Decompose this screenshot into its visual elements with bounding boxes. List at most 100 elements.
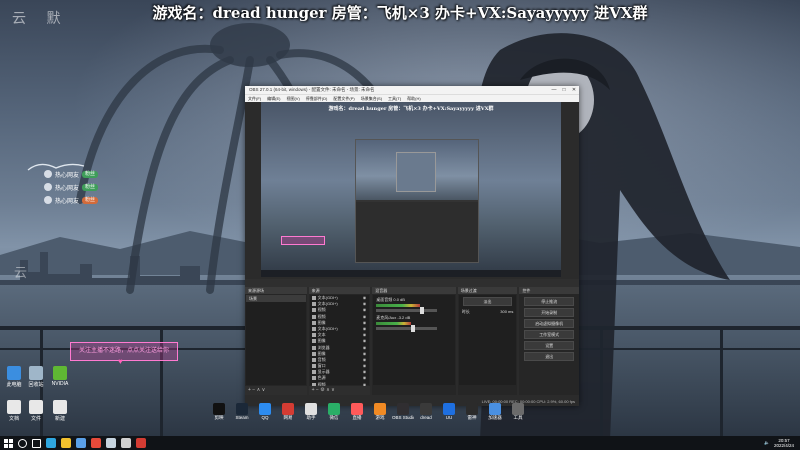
obs-menu-item[interactable]: 工具(T): [388, 96, 401, 102]
control-button[interactable]: 退出: [524, 352, 575, 361]
desktop-icon-label: 文档: [8, 416, 19, 422]
volume-slider[interactable]: [376, 307, 437, 314]
quick-launch-icon[interactable]: 微信: [323, 403, 345, 421]
windows-start-icon[interactable]: [4, 438, 13, 448]
quick-launch-label: 游戏: [375, 415, 385, 420]
app-icon: [259, 403, 271, 415]
control-button[interactable]: 停止推流: [524, 297, 575, 306]
obs-docks: 来源源场 场景 + − ∧ ∨ 来源 文本(GDI+) ◉ 文本(GDI+) ◉ 视频 ◉…: [245, 287, 580, 395]
edge-icon[interactable]: [46, 438, 56, 448]
speaker-icon[interactable]: 🔈: [764, 440, 770, 446]
chrome-icon[interactable]: [91, 438, 101, 448]
source-type-icon: [311, 351, 316, 356]
explorer-icon[interactable]: [61, 438, 71, 448]
quick-launch-icon[interactable]: 剪映: [208, 403, 230, 421]
avatar: [44, 170, 52, 178]
search-icon[interactable]: [18, 438, 27, 448]
source-name: 图像: [317, 319, 326, 325]
minimize-button[interactable]: —: [549, 86, 559, 94]
desktop-icon[interactable]: 回收站: [24, 366, 48, 388]
quick-launch-icon[interactable]: QQ: [254, 403, 276, 420]
source-type-icon: [311, 333, 316, 338]
transitions-dock: 场景过渡 淡出 时长 300 ms: [457, 287, 518, 395]
control-button[interactable]: 启动虚拟摄像机: [524, 319, 575, 328]
source-name: 音频: [317, 356, 326, 362]
preview-taskbar: [261, 270, 561, 277]
obs-menu-item[interactable]: 编辑(E): [267, 96, 280, 102]
desktop-icon[interactable]: 文件: [24, 400, 48, 422]
transition-select[interactable]: 淡出: [462, 297, 513, 306]
desktop-icon[interactable]: 新建: [48, 400, 72, 422]
obs-menu-item[interactable]: 文件(F): [248, 96, 261, 102]
quick-launch-icon[interactable]: 雷神: [461, 403, 483, 421]
quick-launch-icon[interactable]: 网易: [277, 403, 299, 421]
obs-menu-item[interactable]: 配置文件(P): [333, 96, 354, 102]
audio-level-meter: [376, 322, 412, 325]
obs-menu-item[interactable]: 场景集合(S): [361, 96, 382, 102]
transition-duration-label: 时长: [461, 309, 470, 314]
control-button[interactable]: 工作室模式: [524, 330, 575, 339]
app-icon: [236, 403, 248, 415]
source-name: 视频: [317, 313, 326, 319]
quick-launch-icon[interactable]: 游戏: [369, 403, 391, 421]
control-button[interactable]: 开始录制: [524, 308, 575, 317]
obs-window[interactable]: OBS 27.0.1 (64-bit, windows) - 配置文件: 未命名…: [245, 86, 580, 406]
app-icon: [420, 403, 432, 415]
scenes-dock-header: 来源源场: [245, 287, 307, 294]
obs-preview-canvas[interactable]: 游戏名：dread hunger 房管：飞机×3 办卡+VX:Sayayyyyy…: [261, 102, 561, 277]
app-icon: [7, 366, 21, 380]
maximize-button[interactable]: □: [559, 86, 569, 94]
sources-dock-footer[interactable]: + − ⚙ ∧ ∨: [308, 386, 371, 395]
quick-launch-label: UU: [445, 415, 453, 420]
chat-message: 热心网友 粉丝: [44, 181, 134, 193]
obs-menu-item[interactable]: 帮助(H): [407, 96, 421, 102]
desktop-icon-label: NVIDIA: [51, 381, 69, 387]
clock[interactable]: 20:57 2022/4/24: [774, 438, 794, 448]
app-icon: [489, 403, 501, 415]
transition-duration-field[interactable]: 300 ms: [500, 308, 513, 315]
source-name: 窗口: [317, 363, 326, 369]
source-name: 文本(GDI+): [317, 295, 338, 300]
stream-title-banner: 游戏名：dread hunger 房管：飞机×3 办卡+VX:Sayayyyyy…: [152, 4, 648, 22]
volume-slider-handle[interactable]: [419, 307, 424, 314]
quick-launch-icon[interactable]: UU: [438, 403, 460, 420]
quick-launch-icon[interactable]: dread: [415, 403, 437, 420]
volume-slider-handle[interactable]: [411, 325, 416, 332]
quick-launch-label: 雷神: [467, 415, 477, 420]
source-name: 视频: [317, 307, 326, 313]
desktop-icon[interactable]: 此电脑: [2, 366, 26, 388]
control-button[interactable]: 设置: [524, 341, 575, 350]
source-name: 文本(GDI+): [317, 325, 338, 331]
calligraphy-seal: 云 默: [12, 11, 69, 27]
app-icon: [53, 400, 67, 414]
scenes-dock-footer[interactable]: + − ∧ ∨: [245, 386, 307, 395]
netease-icon[interactable]: [136, 438, 146, 448]
app-icon: [29, 400, 43, 414]
app-icon: [305, 403, 317, 415]
desktop-icon[interactable]: 文档: [2, 400, 26, 422]
obs-menu-item[interactable]: 视图(V): [286, 96, 299, 102]
quick-launch-icon[interactable]: OBS Studio: [392, 403, 414, 420]
quick-launch-icon[interactable]: 直播: [346, 403, 368, 421]
store-icon[interactable]: [76, 438, 86, 448]
scene-item[interactable]: 场景: [246, 295, 306, 302]
volume-slider[interactable]: [376, 325, 437, 332]
quick-launch-icon[interactable]: Steam: [231, 403, 253, 420]
quick-launch-icon[interactable]: 加速器: [484, 403, 506, 421]
source-type-icon: [311, 376, 316, 381]
app-icon: [397, 403, 409, 415]
desktop-icon[interactable]: NVIDIA: [48, 366, 72, 387]
task-view-icon[interactable]: [32, 438, 41, 448]
obs-titlebar[interactable]: OBS 27.0.1 (64-bit, windows) - 配置文件: 未命名…: [245, 86, 579, 94]
quick-launch-icon[interactable]: 助手: [300, 403, 322, 421]
close-button[interactable]: ✕: [569, 86, 579, 94]
obs-menu-item[interactable]: 停靠部件(D): [306, 96, 328, 102]
calligraphy-side-mark: 云: [14, 266, 28, 281]
source-name: 色源: [317, 375, 326, 381]
obs-icon[interactable]: [121, 438, 131, 448]
chat-username: 热心网友: [55, 185, 80, 192]
audio-mixer-dock: 混音器 桌面音频 0.0 dB 麦克风/Aux -3.2 dB: [372, 287, 456, 395]
quick-launch-icon[interactable]: 工具: [507, 403, 529, 421]
steam-icon[interactable]: [106, 438, 116, 448]
source-type-icon: [311, 326, 316, 331]
